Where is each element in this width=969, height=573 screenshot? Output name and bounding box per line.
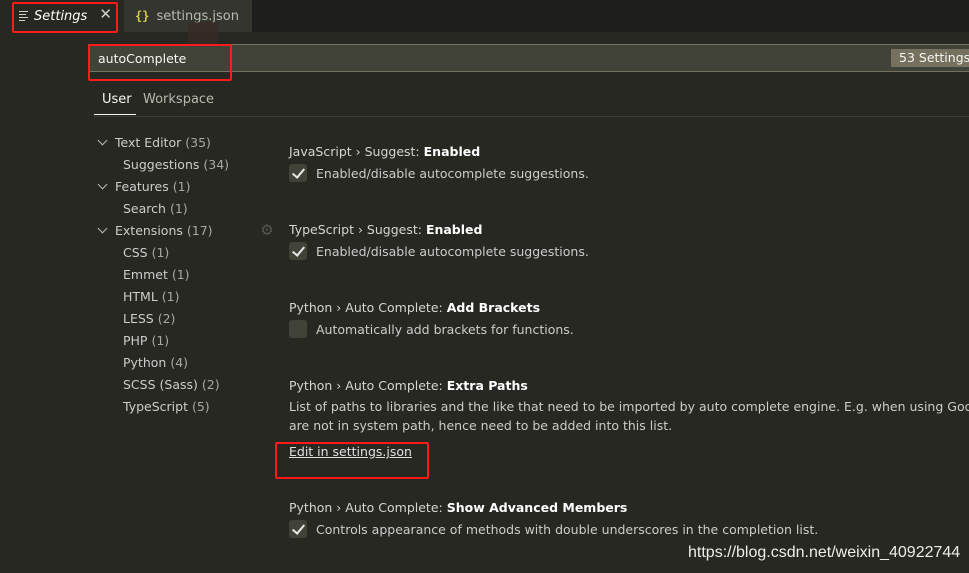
settings-search-box[interactable]: 53 Settings Found bbox=[88, 44, 969, 72]
setting-description: List of paths to libraries and the like … bbox=[289, 397, 969, 435]
toc-count: (35) bbox=[185, 135, 211, 150]
chevron-down-icon bbox=[97, 223, 108, 234]
setting-title: Python › Auto Complete: Add Brackets bbox=[289, 300, 969, 315]
setting-python-add-brackets: Python › Auto Complete: Add Brackets Aut… bbox=[289, 300, 969, 338]
toc-label: LESS bbox=[123, 311, 154, 326]
toc-label: Search bbox=[123, 201, 166, 216]
setting-checkbox[interactable] bbox=[289, 520, 307, 538]
toc-label: Text Editor bbox=[115, 135, 182, 150]
chevron-down-icon bbox=[97, 135, 108, 146]
setting-description: Controls appearance of methods with doub… bbox=[316, 521, 819, 537]
active-tab-indicator bbox=[94, 114, 136, 115]
toc-count: (2) bbox=[201, 377, 220, 392]
toc-item-scss[interactable]: SCSS (Sass) (2) bbox=[96, 374, 266, 396]
toc-label: Emmet bbox=[123, 267, 168, 282]
toc-item-text-editor[interactable]: Text Editor (35) bbox=[96, 132, 266, 154]
toc-label: TypeScript bbox=[123, 399, 188, 414]
toc-item-less[interactable]: LESS (2) bbox=[96, 308, 266, 330]
setting-title: TypeScript › Suggest: Enabled bbox=[289, 222, 969, 237]
setting-python-show-advanced-members: Python › Auto Complete: Show Advanced Me… bbox=[289, 500, 969, 538]
setting-name: Add Brackets bbox=[446, 300, 541, 315]
toc-count: (1) bbox=[161, 289, 180, 304]
scope-tabs: User Workspace bbox=[94, 84, 969, 117]
gear-icon[interactable]: ⚙ bbox=[259, 222, 275, 238]
tab-user[interactable]: User bbox=[102, 92, 132, 107]
setting-description: Enabled/disable autocomplete suggestions… bbox=[316, 243, 589, 259]
setting-name: Show Advanced Members bbox=[446, 500, 628, 515]
toc-label: SCSS (Sass) bbox=[123, 377, 198, 392]
editor-tab-bar: Settings ✕ {} settings.json bbox=[0, 0, 969, 32]
edit-in-settings-json-link[interactable]: Edit in settings.json bbox=[289, 444, 412, 459]
setting-description: Automatically add brackets for functions… bbox=[316, 321, 574, 337]
setting-category: Python › Auto Complete: bbox=[289, 500, 447, 515]
setting-description: Enabled/disable autocomplete suggestions… bbox=[316, 165, 589, 181]
setting-python-extra-paths: Python › Auto Complete: Extra Paths List… bbox=[289, 378, 969, 460]
settings-lines-icon bbox=[19, 11, 28, 21]
toc-label: Extensions bbox=[115, 223, 183, 238]
setting-category: JavaScript › Suggest: bbox=[289, 144, 424, 159]
setting-name: Enabled bbox=[425, 222, 483, 237]
toc-item-search[interactable]: Search (1) bbox=[96, 198, 266, 220]
toc-item-features[interactable]: Features (1) bbox=[96, 176, 266, 198]
setting-checkbox[interactable] bbox=[289, 242, 307, 260]
setting-title: Python › Auto Complete: Extra Paths bbox=[289, 378, 969, 393]
setting-name: Enabled bbox=[423, 144, 481, 159]
toc-count: (1) bbox=[169, 201, 188, 216]
setting-category: Python › Auto Complete: bbox=[289, 378, 447, 393]
toc-item-python[interactable]: Python (4) bbox=[96, 352, 266, 374]
setting-name: Extra Paths bbox=[446, 378, 528, 393]
toc-label: CSS bbox=[123, 245, 148, 260]
setting-javascript-suggest-enabled: JavaScript › Suggest: Enabled Enabled/di… bbox=[289, 144, 969, 182]
setting-title: JavaScript › Suggest: Enabled bbox=[289, 144, 969, 159]
toc-item-php[interactable]: PHP (1) bbox=[96, 330, 266, 352]
toc-count: (2) bbox=[157, 311, 176, 326]
setting-category: Python › Auto Complete: bbox=[289, 300, 447, 315]
toc-label: PHP bbox=[123, 333, 148, 348]
json-braces-icon: {} bbox=[135, 9, 150, 23]
setting-checkbox[interactable] bbox=[289, 320, 307, 338]
toc-item-extensions[interactable]: Extensions (17) bbox=[96, 220, 266, 242]
result-count-badge: 53 Settings Found bbox=[891, 49, 969, 67]
toc-label: Python bbox=[123, 355, 167, 370]
watermark: https://blog.csdn.net/weixin_40922744 bbox=[688, 544, 961, 561]
tab-settings[interactable]: Settings ✕ bbox=[0, 0, 124, 32]
setting-category: TypeScript › Suggest: bbox=[289, 222, 426, 237]
setting-checkbox[interactable] bbox=[289, 164, 307, 182]
toc-item-html[interactable]: HTML (1) bbox=[96, 286, 266, 308]
settings-search-input[interactable] bbox=[98, 49, 798, 67]
toc-count: (4) bbox=[170, 355, 189, 370]
toc-item-css[interactable]: CSS (1) bbox=[96, 242, 266, 264]
tab-settings-label: Settings bbox=[34, 8, 88, 24]
toc-count: (1) bbox=[171, 267, 190, 282]
toc-count: (1) bbox=[151, 333, 170, 348]
close-icon[interactable]: ✕ bbox=[99, 5, 112, 23]
toc-item-typescript[interactable]: TypeScript (5) bbox=[96, 396, 266, 418]
description-line: List of paths to libraries and the like … bbox=[289, 399, 969, 414]
toc-count: (1) bbox=[151, 245, 170, 260]
toc-count: (5) bbox=[191, 399, 210, 414]
toc-item-emmet[interactable]: Emmet (1) bbox=[96, 264, 266, 286]
toc-count: (34) bbox=[203, 157, 230, 172]
settings-toc: Text Editor (35) Suggestions (34) Featur… bbox=[96, 132, 266, 418]
description-line: are not in system path, hence need to be… bbox=[289, 418, 673, 433]
toc-label: Features bbox=[115, 179, 169, 194]
setting-typescript-suggest-enabled: TypeScript › Suggest: Enabled Enabled/di… bbox=[289, 222, 969, 260]
search-icon bbox=[188, 22, 218, 44]
chevron-down-icon bbox=[97, 179, 108, 190]
setting-title: Python › Auto Complete: Show Advanced Me… bbox=[289, 500, 969, 515]
tab-workspace[interactable]: Workspace bbox=[143, 92, 214, 107]
toc-label: HTML bbox=[123, 289, 158, 304]
toc-label: Suggestions bbox=[123, 157, 200, 172]
toc-item-suggestions[interactable]: Suggestions (34) bbox=[96, 154, 266, 176]
toc-count: (1) bbox=[172, 179, 191, 194]
toc-count: (17) bbox=[186, 223, 213, 238]
